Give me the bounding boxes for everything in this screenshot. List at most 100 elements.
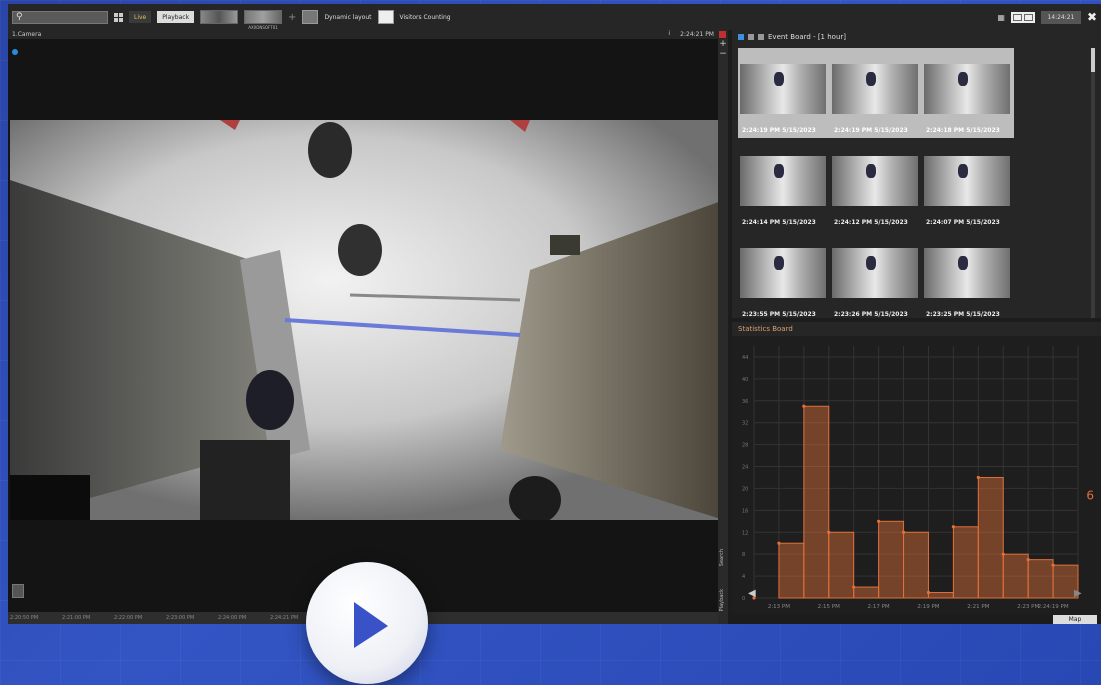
camera-time: 2:24:21 PM (680, 31, 714, 38)
current-value: 6 (1086, 488, 1094, 502)
chart-point (1051, 563, 1055, 567)
play-icon (354, 602, 388, 648)
top-toolbar: ⚲ Live Playback AXXONSOFT01 + Dynamic la… (8, 4, 1101, 30)
visitors-counting-label[interactable]: Visitors Counting (400, 14, 451, 21)
event-card[interactable]: 2:24:14 PM 5/15/2023 (738, 140, 828, 230)
chart-point (901, 530, 906, 534)
scrollbar-thumb[interactable] (1091, 48, 1095, 72)
event-row: 2:23:55 PM 5/15/2023 2:23:26 PM 5/15/202… (738, 232, 1014, 322)
event-time: 2:23:25 PM 5/15/2023 (926, 311, 1000, 318)
event-card[interactable]: 2:24:18 PM 5/15/2023 (922, 48, 1012, 138)
y-tick-label: 24 (742, 465, 748, 471)
chart-point (802, 404, 806, 408)
map-button[interactable]: Map (1053, 615, 1097, 624)
event-card[interactable]: 2:23:25 PM 5/15/2023 (922, 232, 1012, 322)
grid-view-icon[interactable] (738, 34, 744, 40)
event-time: 2:23:26 PM 5/15/2023 (834, 311, 908, 318)
chart-bar (878, 520, 905, 599)
event-time: 2:24:18 PM 5/15/2023 (926, 127, 1000, 134)
chart-point (926, 590, 931, 595)
dynamic-layout-label[interactable]: Dynamic layout (324, 14, 371, 21)
chart-point (951, 525, 955, 529)
camera-header: 1.Camera i 2:24:21 PM (8, 30, 728, 39)
dynamic-layout-icon[interactable] (302, 10, 319, 24)
camera-video[interactable] (10, 120, 724, 520)
chart-bar (803, 405, 830, 599)
event-time: 2:24:07 PM 5/15/2023 (926, 219, 1000, 226)
statistics-board-title: Statistics Board (732, 322, 1101, 336)
zoom-out-icon[interactable]: − (718, 49, 728, 59)
chart-point (852, 585, 856, 589)
event-thumbnail (832, 64, 918, 114)
event-board-scrollbar[interactable] (1091, 48, 1095, 318)
event-card[interactable]: 2:24:19 PM 5/15/2023 (738, 48, 828, 138)
add-layout-icon[interactable]: + (288, 12, 296, 23)
layouts-icon[interactable] (114, 12, 123, 22)
view-toggle[interactable] (1010, 11, 1035, 23)
event-thumbnail (740, 64, 826, 114)
y-tick-label: 28 (742, 443, 748, 449)
y-tick-label: 32 (742, 421, 748, 427)
play-button[interactable] (306, 562, 428, 684)
list-view-icon[interactable] (748, 34, 754, 40)
chart-bar (853, 586, 880, 599)
event-thumbnail (924, 248, 1010, 298)
y-tick-label: 4 (742, 574, 745, 580)
app-window: ⚲ Live Playback AXXONSOFT01 + Dynamic la… (8, 4, 1101, 624)
y-tick-label: 36 (742, 399, 748, 405)
chart-bar (952, 526, 979, 599)
event-row: 2:24:14 PM 5/15/2023 2:24:12 PM 5/15/202… (738, 140, 1014, 230)
layout-thumbnail-axxonsoft[interactable]: AXXONSOFT01 (244, 10, 283, 30)
event-thumbnail (740, 156, 826, 206)
playback-button[interactable]: Playback (157, 11, 195, 23)
search-icon: ⚲ (16, 12, 23, 22)
x-tick-label: 2:17 PM (868, 604, 890, 610)
search-input[interactable]: ⚲ (12, 10, 108, 24)
camera-video-frame (10, 120, 724, 520)
playback-tab[interactable]: Playback (719, 589, 727, 611)
statistics-chart: 44 40 36 32 28 24 20 16 12 8 4 0 2:13 PM 2:15 PM 2:17 … (732, 336, 1101, 614)
zoom-in-icon[interactable]: + (718, 39, 728, 49)
x-tick-label: 2:15 PM (818, 604, 840, 610)
camera-info-icon[interactable]: i (668, 30, 670, 37)
camera-side-strip: + − Search Playback (718, 39, 728, 624)
detail-view-icon[interactable] (758, 34, 764, 40)
layout-thumbnail[interactable] (200, 10, 239, 24)
chart-next-icon[interactable]: ▶ (1074, 588, 1082, 599)
event-card[interactable]: 2:23:26 PM 5/15/2023 (830, 232, 920, 322)
timeline-tick: 2:23:00 PM (166, 615, 195, 621)
event-row: 2:24:19 PM 5/15/2023 2:24:19 PM 5/15/202… (738, 48, 1014, 138)
live-button[interactable]: Live (129, 11, 152, 23)
y-tick-label: 44 (742, 355, 748, 361)
event-time: 2:24:12 PM 5/15/2023 (834, 219, 908, 226)
event-thumbnail (924, 64, 1010, 114)
chart-bar (778, 542, 805, 599)
chart-point (827, 530, 831, 534)
chart-bar (1002, 553, 1029, 599)
event-thumbnail (924, 156, 1010, 206)
chart-bar (927, 592, 954, 599)
timeline-tick: 2:20:50 PM (10, 615, 39, 621)
search-tab[interactable]: Search (719, 549, 727, 566)
event-card[interactable]: 2:24:19 PM 5/15/2023 (830, 48, 920, 138)
event-board-title: Event Board - [1 hour] (768, 33, 847, 41)
event-card[interactable]: 2:23:55 PM 5/15/2023 (738, 232, 828, 322)
event-time: 2:24:19 PM 5/15/2023 (834, 127, 908, 134)
grid-view-icon[interactable]: ▦ (997, 13, 1005, 22)
event-thumbnail (740, 248, 826, 298)
tools-icon[interactable]: ✖ (1087, 10, 1097, 24)
chart-prev-icon[interactable]: ◀ (748, 588, 756, 599)
visitors-counting-icon[interactable] (377, 10, 394, 24)
event-card[interactable]: 2:24:12 PM 5/15/2023 (830, 140, 920, 230)
x-tick-label: 2:13 PM (768, 604, 790, 610)
event-card[interactable]: 2:24:07 PM 5/15/2023 (922, 140, 1012, 230)
snapshot-button[interactable] (12, 584, 24, 598)
y-tick-label: 16 (742, 508, 748, 514)
event-time: 2:24:19 PM 5/15/2023 (742, 127, 816, 134)
camera-title: 1.Camera (12, 31, 42, 38)
x-tick-label: 2:21 PM (967, 604, 989, 610)
y-tick-label: 20 (742, 486, 748, 492)
event-board: Event Board - [1 hour] 2:24:19 PM 5/15/2… (732, 30, 1101, 318)
close-icon[interactable] (719, 31, 726, 38)
timeline-tick: 2:21:00 PM (62, 615, 91, 621)
